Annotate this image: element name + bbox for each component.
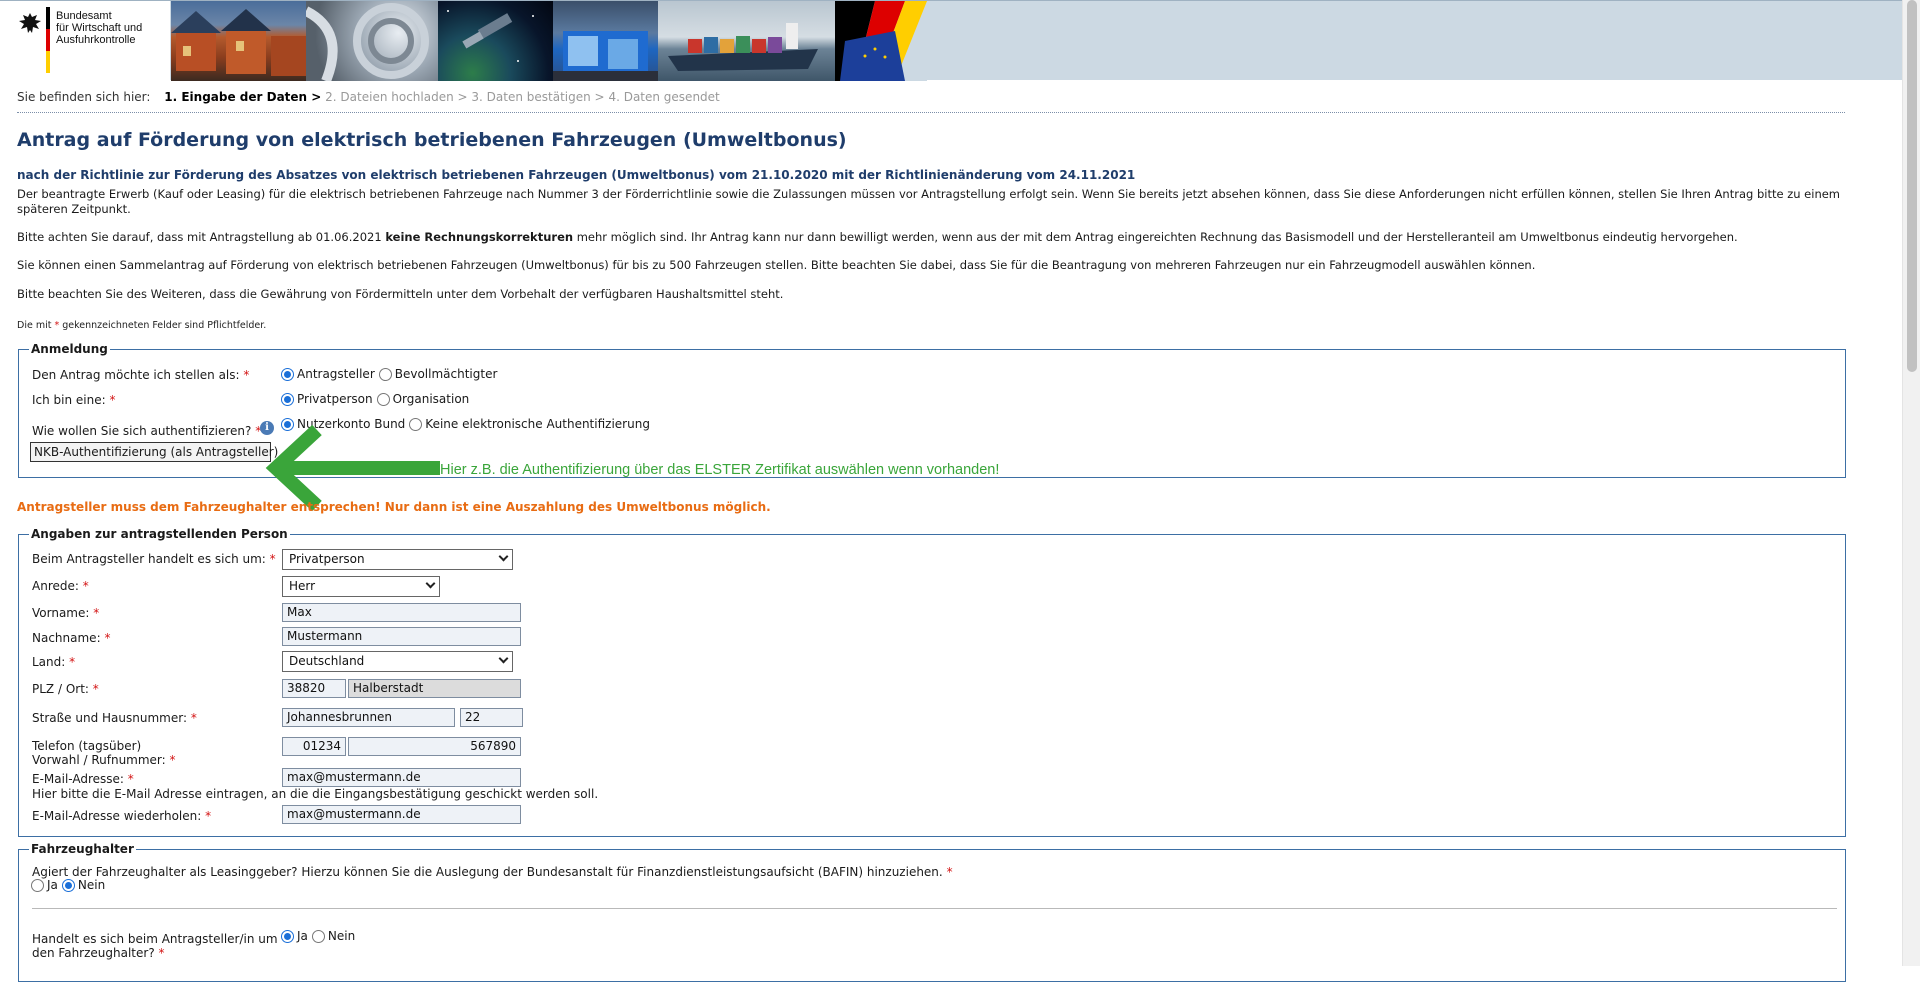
breadcrumb-step-1: 1. Eingabe der Daten >: [164, 90, 322, 104]
intro-paragraph-2: Bitte achten Sie darauf, dass mit Antrag…: [17, 230, 1738, 244]
radio-group-antragsteller-halter: Ja Nein: [281, 929, 359, 943]
banner-photo-steel: [306, 1, 438, 81]
label-telefon: Telefon (tagsüber) Vorwahl / Rufnummer: *: [32, 739, 176, 767]
banner-photo-houses: [171, 1, 306, 81]
breadcrumb-step-3: 3. Daten bestätigen >: [471, 90, 605, 104]
label-ich-bin: Ich bin eine: *: [32, 393, 116, 407]
chevron-down-icon: [498, 653, 509, 664]
select-land[interactable]: Deutschland: [282, 651, 513, 672]
label-anrede: Anrede: *: [32, 579, 89, 593]
radio-bevollmaechtigter[interactable]: Bevollmächtigter: [378, 367, 497, 381]
scrollbar-thumb[interactable]: [1907, 0, 1917, 372]
breadcrumb: Sie befinden sich hier: 1. Eingabe der D…: [17, 90, 720, 104]
strasse-field[interactable]: Johannesbrunnen: [282, 708, 455, 727]
label-strasse: Straße und Hausnummer: *: [32, 711, 197, 725]
radio-group-ich-bin: Privatperson Organisation: [281, 392, 473, 406]
warning-text: Antragsteller muss dem Fahrzeughalter en…: [17, 500, 771, 514]
radio-privatperson[interactable]: Privatperson: [281, 392, 373, 406]
chevron-down-icon: [425, 578, 436, 589]
breadcrumb-here-label: Sie befinden sich hier:: [17, 90, 151, 104]
logo-text: Bundesamt für Wirtschaft und Ausfuhrkont…: [56, 10, 143, 46]
rufnummer-field[interactable]: 567890: [348, 737, 521, 756]
intro-paragraph-3: Sie können einen Sammelantrag auf Förder…: [17, 258, 1536, 272]
banner-photo-satellite: [438, 1, 553, 81]
eagle-icon: [19, 13, 41, 33]
radio-antragsteller[interactable]: Antragsteller: [281, 367, 375, 381]
select-antragsteller-typ[interactable]: Privatperson: [282, 549, 513, 570]
radio-leasinggeber-ja[interactable]: Ja: [31, 878, 58, 892]
vorwahl-field[interactable]: 01234: [282, 737, 346, 756]
select-anrede[interactable]: Herr: [282, 576, 440, 597]
german-flag-bar: [46, 7, 50, 73]
label-nachname: Nachname: *: [32, 631, 111, 645]
radio-keine-authentifizierung[interactable]: Keine elektronische Authentifizierung: [409, 417, 650, 431]
email-hint: Hier bitte die E-Mail Adresse eintragen,…: [32, 787, 599, 801]
vertical-scrollbar[interactable]: [1902, 0, 1920, 966]
nkb-auth-button[interactable]: NKB-Authentifizierung (als Antragsteller…: [30, 442, 278, 462]
breadcrumb-step-4: 4. Daten gesendet: [608, 90, 720, 104]
legend-fahrzeughalter: Fahrzeughalter: [31, 842, 134, 856]
label-antragsteller-typ: Beim Antragsteller handelt es sich um: *: [32, 552, 276, 566]
breadcrumb-divider: [17, 112, 1845, 113]
plz-field[interactable]: 38820: [282, 679, 346, 698]
intro-paragraph-1: Der beantragte Erwerb (Kauf oder Leasing…: [17, 187, 1841, 216]
vorname-field[interactable]: Max: [282, 603, 521, 622]
fieldset-fahrzeughalter: Fahrzeughalter: [18, 842, 1846, 982]
email-field[interactable]: max@mustermann.de: [282, 768, 521, 787]
radio-group-leasinggeber: Ja Nein: [31, 878, 109, 892]
radio-group-antrag-als: Antragsteller Bevollmächtigter: [281, 367, 501, 381]
header-banner: Bundesamt für Wirtschaft und Ausfuhrkont…: [0, 0, 1902, 81]
section-divider: [32, 908, 1837, 909]
radio-halter-nein[interactable]: Nein: [311, 929, 355, 943]
hausnummer-field[interactable]: 22: [460, 708, 523, 727]
radio-organisation[interactable]: Organisation: [376, 392, 469, 406]
nachname-field[interactable]: Mustermann: [282, 627, 521, 646]
bafa-logo[interactable]: Bundesamt für Wirtschaft und Ausfuhrkont…: [0, 1, 170, 81]
label-email: E-Mail-Adresse: *: [32, 772, 134, 786]
legend-person: Angaben zur antragstellenden Person: [31, 527, 288, 541]
chevron-down-icon: [498, 551, 509, 562]
banner-photo-booth: [553, 1, 658, 81]
ort-field: Halberstadt: [348, 679, 521, 698]
email-repeat-field[interactable]: max@mustermann.de: [282, 805, 521, 824]
label-authentifizierung: Wie wollen Sie sich authentifizieren? *: [32, 424, 262, 438]
page-subtitle: nach der Richtlinie zur Förderung des Ab…: [17, 168, 1136, 182]
label-antragsteller-halter: Handelt es sich beim Antragsteller/in um…: [32, 932, 278, 960]
banner-photo-flags: [835, 1, 927, 81]
intro-paragraph-4: Bitte beachten Sie des Weiteren, dass di…: [17, 287, 784, 301]
breadcrumb-step-2: 2. Dateien hochladen >: [325, 90, 468, 104]
banner-photo-ship: [658, 1, 835, 81]
label-land: Land: *: [32, 655, 76, 669]
radio-halter-ja[interactable]: Ja: [281, 929, 308, 943]
label-leasinggeber: Agiert der Fahrzeughalter als Leasinggeb…: [32, 865, 953, 879]
label-email-repeat: E-Mail-Adresse wiederholen: *: [32, 809, 212, 823]
label-plz-ort: PLZ / Ort: *: [32, 682, 99, 696]
annotation-hint: Hier z.B. die Authentifizierung über das…: [440, 462, 1000, 478]
legend-anmeldung: Anmeldung: [31, 342, 108, 356]
required-fields-note: Die mit * gekennzeichneten Felder sind P…: [17, 320, 267, 331]
label-vorname: Vorname: *: [32, 606, 100, 620]
label-antrag-als: Den Antrag möchte ich stellen als: *: [32, 368, 250, 382]
page-title: Antrag auf Förderung von elektrisch betr…: [17, 129, 847, 151]
radio-leasinggeber-nein[interactable]: Nein: [61, 878, 105, 892]
